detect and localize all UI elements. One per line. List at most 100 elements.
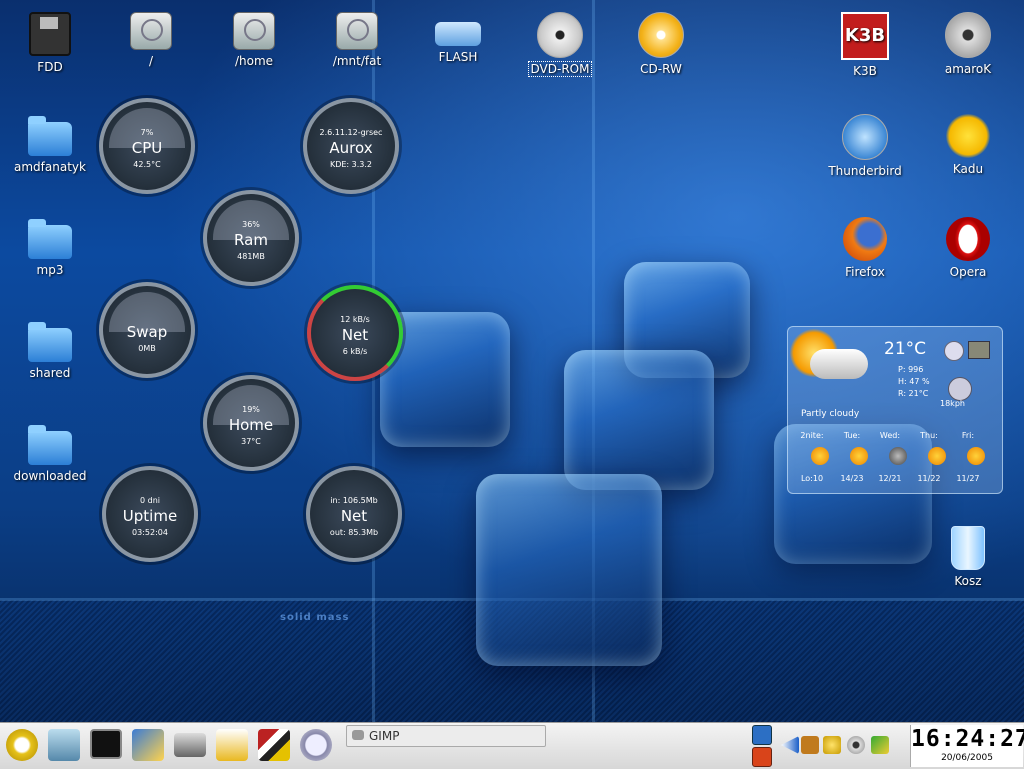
language-flags-icon[interactable] — [258, 729, 290, 761]
kadu-sun-icon — [946, 114, 990, 158]
ram-gauge[interactable]: 36% Ram 481MB — [203, 190, 299, 286]
icon-label: amaroK — [944, 62, 992, 76]
amarok-tray-icon[interactable] — [847, 736, 865, 754]
desktop[interactable]: solid mass FDD / /home /mnt/fat FLASH DV… — [0, 0, 1024, 722]
icon-label: FLASH — [438, 50, 478, 64]
klipper-icon[interactable] — [801, 736, 819, 754]
gimp-icon — [352, 730, 364, 740]
icon-label: mp3 — [36, 263, 64, 277]
desktop-icon-flash[interactable]: FLASH — [410, 12, 506, 64]
forecast-weather-icon — [811, 447, 829, 465]
forecast-temps: 11/27 — [956, 474, 980, 483]
desktop-icon-kadu[interactable]: Kadu — [920, 114, 1016, 176]
folder-link-icon — [28, 322, 72, 362]
desktop-icon-amdfanatyk[interactable]: amdfanatyk — [2, 114, 98, 174]
desktop-icon-downloaded[interactable]: downloaded — [2, 423, 98, 483]
map-icon[interactable] — [968, 341, 990, 359]
net-total-gauge[interactable]: in: 106.5Mb Net out: 85.3Mb — [306, 466, 402, 562]
forecast-weather-icon — [967, 447, 985, 465]
kate-editor-icon[interactable] — [132, 729, 164, 761]
desktop-icon-trash[interactable]: Kosz — [920, 526, 1016, 588]
cpu-gauge[interactable]: 7% CPU 42.5°C — [99, 98, 195, 194]
desktop-icon-amarok[interactable]: amaroK — [920, 12, 1016, 76]
folder-icon — [28, 425, 72, 465]
net-total-in: in: 106.5Mb — [330, 496, 378, 505]
forecast-weather-icon — [889, 447, 907, 465]
ram-used: 481MB — [237, 252, 265, 261]
scanner-icon[interactable] — [174, 733, 206, 757]
dvd-icon — [537, 12, 583, 58]
forecast-temps: 14/23 — [840, 474, 864, 483]
collapse-arrow-icon[interactable] — [781, 736, 799, 754]
net-upload-speed: 6 kB/s — [342, 347, 368, 356]
desktop-icon-root[interactable]: / — [103, 12, 199, 68]
gauge-title: Home — [228, 416, 274, 434]
desktop-icon-thunderbird[interactable]: Thunderbird — [817, 114, 913, 178]
gauge-title: Ram — [234, 231, 268, 249]
forecast-day: 2nite: — [800, 431, 824, 440]
wind-speed: 18kph — [940, 399, 965, 408]
desktop-icon-mnt-fat[interactable]: /mnt/fat — [309, 12, 405, 68]
forecast-day: Tue: — [843, 431, 861, 440]
desktop-icon-mp3[interactable]: mp3 — [2, 217, 98, 277]
gauge-title: Net — [341, 326, 369, 344]
task-label: GIMP — [369, 729, 400, 743]
terminal-icon[interactable] — [90, 729, 122, 759]
home-gauge[interactable]: 19% Home 37°C — [203, 375, 299, 471]
desktop-icon-shared[interactable]: shared — [2, 320, 98, 380]
icon-label: CD-RW — [640, 62, 682, 76]
opera-icon — [946, 217, 990, 261]
uptime-gauge[interactable]: 0 dni Uptime 03:52:04 — [102, 466, 198, 562]
icon-label: Kadu — [952, 162, 984, 176]
real-feel: R: 21°C — [898, 389, 929, 398]
logout-icon[interactable] — [752, 747, 772, 767]
lock-screen-icon[interactable] — [752, 725, 772, 745]
uptime-time: 03:52:04 — [132, 528, 168, 537]
weather-widget[interactable]: 21°C P: 996 H: 47 % R: 21°C 18kph Partly… — [787, 326, 1003, 494]
net-total-out: out: 85.3Mb — [329, 528, 379, 537]
hard-disk-icon — [130, 12, 172, 50]
desktop-icon-firefox[interactable]: Firefox — [817, 217, 913, 279]
amarok-icon — [945, 12, 991, 58]
disk-temp: 37°C — [241, 437, 261, 446]
clock-date: 20/06/2005 — [941, 753, 993, 763]
clock[interactable]: 16:24:27 20/06/2005 — [910, 725, 1024, 767]
kadu-tray-icon[interactable] — [823, 736, 841, 754]
forecast-temps: 11/22 — [917, 474, 941, 483]
icon-label: amdfanatyk — [14, 160, 86, 174]
icon-label: Kosz — [954, 574, 982, 588]
system-info-gauge[interactable]: 2.6.11.12-grsec Aurox KDE: 3.3.2 — [303, 98, 399, 194]
gauge-title: CPU — [131, 139, 163, 157]
net-speed-gauge[interactable]: 12 kB/s Net 6 kB/s — [307, 285, 403, 381]
icon-label: FDD — [37, 60, 63, 74]
search-icon[interactable] — [300, 729, 332, 761]
forecast-day: Fri: — [961, 431, 975, 440]
desktop-icon-cd-rw[interactable]: CD-RW — [613, 12, 709, 76]
desktop-icon[interactable] — [48, 729, 80, 761]
gauge-title: Swap — [126, 323, 168, 341]
usb-flash-icon — [435, 22, 481, 46]
icon-label: Firefox — [845, 265, 885, 279]
wind-direction-icon — [948, 377, 972, 401]
kde-menu-icon[interactable] — [6, 729, 38, 761]
desktop-icon-dvd-rom[interactable]: DVD-ROM — [512, 12, 608, 77]
swap-gauge[interactable]: Swap 0MB — [99, 282, 195, 378]
icon-label: K3B — [853, 64, 877, 78]
wallpaper-cube — [476, 474, 662, 666]
ram-usage: 36% — [242, 220, 260, 229]
kde-version: KDE: 3.3.2 — [329, 160, 373, 169]
forecast-weather-icon — [850, 447, 868, 465]
taskbar-task-gimp[interactable]: GIMP — [346, 725, 546, 747]
desktop-icon-k3b[interactable]: K3B K3B — [817, 12, 913, 78]
net-download-speed: 12 kB/s — [340, 315, 370, 324]
package-manager-icon[interactable] — [216, 729, 248, 761]
globe-icon[interactable] — [944, 341, 964, 361]
icon-label: /mnt/fat — [332, 54, 382, 68]
desktop-icon-fdd[interactable]: FDD — [2, 12, 98, 74]
icon-label: Opera — [949, 265, 987, 279]
forecast-day: Wed: — [879, 431, 901, 440]
clock-time: 16:24:27 — [911, 726, 1024, 752]
desktop-icon-home[interactable]: /home — [206, 12, 302, 68]
desktop-icon-opera[interactable]: Opera — [920, 217, 1016, 279]
update-tray-icon[interactable] — [871, 736, 889, 754]
